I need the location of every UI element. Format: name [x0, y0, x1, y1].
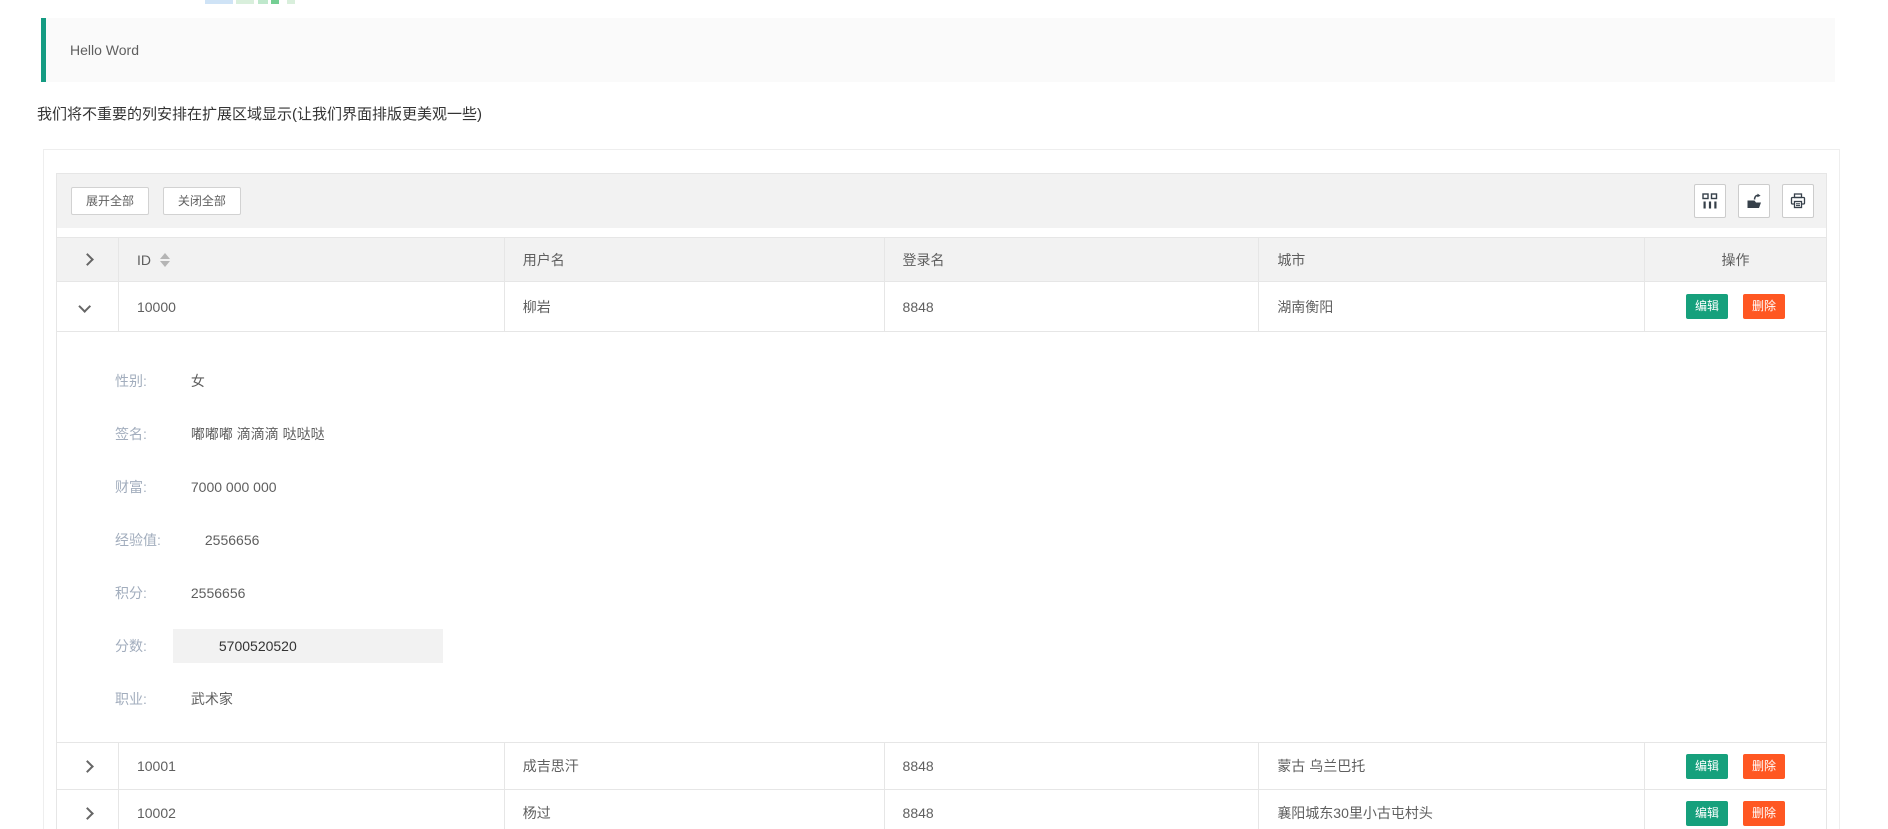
table-toolbar: 展开全部 关闭全部	[57, 174, 1826, 228]
detail-field: 经验值: 2556656	[115, 513, 1826, 566]
cell-id: 10002	[119, 790, 505, 829]
delete-button[interactable]: 删除	[1743, 801, 1785, 826]
detail-value: 女	[191, 371, 205, 391]
cell-id: 10000	[119, 282, 505, 331]
header-expand-all-toggle[interactable]	[57, 238, 119, 281]
table-container: 展开全部 关闭全部	[56, 173, 1827, 829]
top-cutoff-fragment	[287, 0, 295, 4]
row-collapse-toggle[interactable]	[57, 282, 119, 331]
header-id: ID	[119, 238, 505, 281]
cell-login: 8848	[885, 282, 1260, 331]
quote-text: Hello Word	[70, 42, 139, 58]
cell-operations: 编辑 删除	[1645, 790, 1826, 829]
page-description: 我们将不重要的列安排在扩展区域显示(让我们界面排版更美观一些)	[37, 103, 482, 124]
cell-city: 蒙古 乌兰巴托	[1259, 743, 1645, 789]
cell-operations: 编辑 删除	[1645, 282, 1826, 331]
detail-field: 职业: 武术家	[115, 672, 1826, 725]
cell-operations: 编辑 删除	[1645, 743, 1826, 789]
edit-button[interactable]: 编辑	[1686, 801, 1728, 826]
detail-label: 职业:	[115, 689, 147, 709]
top-cutoff-fragment	[205, 0, 233, 4]
header-id-label: ID	[137, 252, 151, 268]
table-header-row: ID 用户名 登录名 城市 操作	[57, 237, 1826, 282]
detail-value: 2556656	[205, 532, 260, 548]
row-expand-toggle[interactable]	[57, 790, 119, 829]
sort-desc-icon[interactable]	[160, 261, 170, 267]
delete-button[interactable]: 删除	[1743, 754, 1785, 779]
cell-login: 8848	[885, 743, 1260, 789]
table-row: 10002 杨过 8848 襄阳城东30里小古屯村头 编辑 删除	[57, 790, 1826, 829]
toolbar-gap	[57, 228, 1826, 237]
sort-asc-icon[interactable]	[160, 253, 170, 259]
cell-id: 10001	[119, 743, 505, 789]
detail-field: 财富: 7000 000 000	[115, 460, 1826, 513]
delete-button[interactable]: 删除	[1743, 294, 1785, 319]
row-expand-toggle[interactable]	[57, 743, 119, 789]
chevron-right-icon	[81, 253, 94, 266]
detail-label: 经验值:	[115, 530, 161, 550]
cell-username: 成吉思汗	[505, 743, 885, 789]
cell-login: 8848	[885, 790, 1260, 829]
header-login: 登录名	[885, 238, 1260, 281]
score-readonly-field[interactable]: 5700520520	[173, 629, 443, 663]
header-city: 城市	[1259, 238, 1645, 281]
detail-value: 嘟嘟嘟 滴滴滴 哒哒哒	[191, 424, 325, 444]
detail-label: 性别:	[115, 371, 147, 391]
row-expanded-detail: 性别: 女 签名: 嘟嘟嘟 滴滴滴 哒哒哒 财富: 7000 000 000 经…	[57, 332, 1826, 743]
header-operations: 操作	[1645, 238, 1826, 281]
detail-value: 7000 000 000	[191, 479, 277, 495]
detail-label: 积分:	[115, 583, 147, 603]
cell-city: 襄阳城东30里小古屯村头	[1259, 790, 1645, 829]
detail-field: 分数: 5700520520	[115, 619, 1826, 672]
columns-filter-icon[interactable]	[1694, 184, 1726, 218]
table-card: 展开全部 关闭全部	[43, 149, 1840, 829]
detail-value: 2556656	[191, 585, 246, 601]
header-username: 用户名	[505, 238, 885, 281]
detail-value: 武术家	[191, 689, 233, 709]
chevron-right-icon	[81, 807, 94, 820]
chevron-right-icon	[81, 760, 94, 773]
toolbar-default-icons	[1682, 184, 1814, 218]
edit-button[interactable]: 编辑	[1686, 754, 1728, 779]
detail-field: 性别: 女	[115, 354, 1826, 407]
table-row: 10001 成吉思汗 8848 蒙古 乌兰巴托 编辑 删除	[57, 743, 1826, 790]
collapse-all-button[interactable]: 关闭全部	[163, 187, 241, 215]
edit-button[interactable]: 编辑	[1686, 294, 1728, 319]
top-cutoff-fragment	[258, 0, 268, 4]
quote-block: Hello Word	[41, 18, 1835, 82]
cell-city: 湖南衡阳	[1259, 282, 1645, 331]
sort-icon[interactable]	[160, 253, 170, 267]
print-icon[interactable]	[1782, 184, 1814, 218]
cell-username: 柳岩	[505, 282, 885, 331]
detail-field: 签名: 嘟嘟嘟 滴滴滴 哒哒哒	[115, 407, 1826, 460]
chevron-down-icon	[78, 300, 91, 313]
detail-label: 签名:	[115, 424, 147, 444]
expand-all-button[interactable]: 展开全部	[71, 187, 149, 215]
detail-label: 分数:	[115, 636, 147, 656]
table-row: 10000 柳岩 8848 湖南衡阳 编辑 删除	[57, 282, 1826, 332]
page: Hello Word 我们将不重要的列安排在扩展区域显示(让我们界面排版更美观一…	[0, 0, 1888, 829]
top-cutoff-fragment	[271, 0, 279, 4]
detail-field: 积分: 2556656	[115, 566, 1826, 619]
cell-username: 杨过	[505, 790, 885, 829]
detail-label: 财富:	[115, 477, 147, 497]
top-cutoff-fragment	[236, 0, 254, 4]
export-icon[interactable]	[1738, 184, 1770, 218]
